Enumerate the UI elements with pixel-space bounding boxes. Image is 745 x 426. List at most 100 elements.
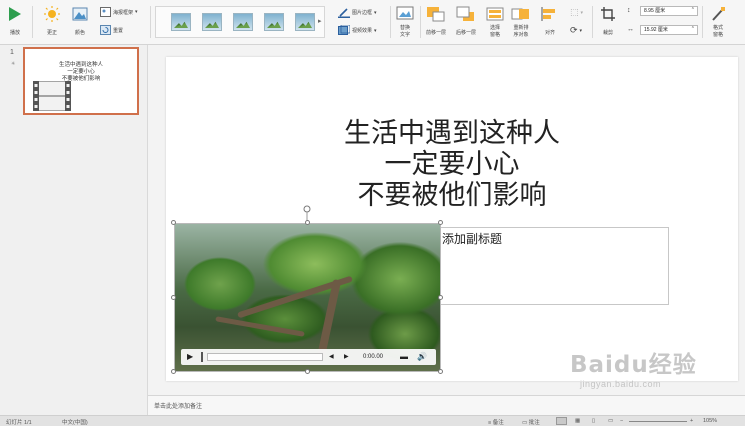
pen-icon (338, 8, 350, 18)
caption-icon[interactable]: ▬ (400, 351, 408, 363)
volume-slider-handle[interactable] (201, 352, 203, 362)
play-icon[interactable]: ▶ (187, 351, 193, 363)
resize-handle[interactable] (171, 220, 176, 225)
format-pane-button[interactable]: 格式窗格 (708, 6, 728, 38)
comment-icon: ▭ (522, 420, 529, 426)
language-indicator[interactable]: 中文(中国) (62, 418, 88, 426)
width-icon: ↔ (627, 26, 634, 33)
zoom-out-icon[interactable]: − (620, 418, 623, 424)
rotate-button[interactable]: ⟳ ▾ (570, 25, 582, 36)
selection-pane-button[interactable]: 选择窗格 (486, 6, 504, 38)
chevron-down-icon: ▾ (579, 27, 583, 34)
reading-view-icon[interactable]: ▯ (592, 418, 595, 424)
color-label: 颜色 (74, 30, 85, 36)
reorder-objects-button[interactable]: 重新排序对象 (510, 6, 532, 38)
format-brush-icon (712, 7, 725, 21)
notes-pane[interactable]: 单击此处添加备注 (148, 395, 745, 415)
height-field[interactable]: 8.95 厘米 ⌃ (640, 6, 698, 16)
normal-view-button[interactable] (556, 417, 567, 425)
reorder-icon (511, 8, 529, 20)
video-object[interactable]: ▶ ◀ ▶ 0:00.00 ▬ 🔊 (174, 223, 441, 372)
video-style-thumb-1[interactable] (171, 13, 191, 31)
resize-handle[interactable] (438, 220, 443, 225)
slide-title-line-2[interactable]: 一定要小心 (166, 149, 738, 180)
play-button[interactable]: 播放 (8, 6, 22, 36)
video-style-thumb-3[interactable] (233, 13, 253, 31)
video-progress-bar[interactable] (207, 353, 323, 361)
chevron-down-icon: ▾ (580, 9, 584, 16)
poster-frame-button[interactable]: 海报框架 ▾ (100, 7, 138, 17)
resize-handle[interactable] (171, 295, 176, 300)
stepper-icon[interactable]: ⌃ (691, 6, 695, 14)
slide-count: 幻灯片 1/1 (6, 420, 32, 426)
group-button[interactable]: ⬚ ▾ (570, 7, 583, 18)
seek-back-icon[interactable]: ◀ (329, 351, 334, 363)
send-backward-button[interactable]: 后移一层 (456, 6, 476, 36)
resize-handle[interactable] (305, 369, 310, 374)
video-style-thumb-2[interactable] (202, 13, 222, 31)
ribbon: 播放 更正 颜色 海报框架 ▾ 重置 ▸ 图片边框 ▾ 视频效果 ▾ 替换文字 … (0, 0, 745, 45)
video-effects-label: 视频效果 (352, 28, 373, 34)
play-label: 播放 (9, 30, 20, 36)
bring-forward-button[interactable]: 前移一层 (426, 6, 446, 36)
subtitle-placeholder-text: 添加副标题 (442, 232, 503, 246)
video-style-thumb-4[interactable] (264, 13, 284, 31)
chevron-down-icon: ▾ (135, 9, 138, 15)
height-icon: ↕ (627, 7, 631, 14)
reset-button[interactable]: 重置 (100, 25, 123, 35)
poster-frame-icon (100, 7, 111, 17)
video-effects-button[interactable]: 视频效果 ▾ (338, 25, 377, 36)
volume-icon[interactable]: 🔊 (417, 351, 427, 363)
zoom-in-icon[interactable]: + (690, 418, 693, 424)
corrections-label: 更正 (46, 30, 57, 36)
zoom-level[interactable]: 105% (703, 418, 717, 424)
video-style-thumb-5[interactable] (295, 13, 315, 31)
zoom-slider[interactable] (629, 421, 687, 422)
subtitle-placeholder[interactable]: 添加副标题 (437, 227, 669, 305)
resize-handle[interactable] (438, 369, 443, 374)
alt-text-label: 替换文字 (399, 25, 410, 38)
sun-icon (44, 6, 60, 22)
corrections-button[interactable]: 更正 (43, 6, 61, 36)
slide-title-line-1[interactable]: 生活中遇到这种人 (166, 118, 738, 149)
slide-sorter-icon[interactable]: ▦ (575, 418, 580, 424)
slideshow-icon[interactable]: ▭ (608, 418, 613, 424)
alt-text-button[interactable]: 替换文字 (395, 6, 415, 38)
align-icon (541, 7, 555, 21)
seek-forward-icon[interactable]: ▶ (344, 351, 349, 363)
status-bar: 幻灯片 1/1 中文(中国) ≡ 备注 ▭ 批注 ▦ ▯ ▭ − + 105% (0, 415, 745, 426)
picture-border-label: 图片边框 (352, 10, 373, 16)
resize-handle[interactable] (305, 220, 310, 225)
slide-thumbnail-1[interactable]: 生活中遇到这种人 一定要小心 不要被他们影响 (23, 47, 139, 115)
send-backward-icon (456, 6, 474, 21)
video-style-gallery[interactable]: ▸ (155, 6, 325, 38)
format-pane-label: 格式窗格 (712, 25, 723, 38)
reset-icon (100, 25, 111, 35)
selection-pane-icon (486, 7, 504, 21)
send-backward-label: 后移一层 (456, 30, 477, 36)
play-icon (9, 7, 21, 21)
picture-color-icon (72, 7, 88, 21)
comments-toggle[interactable]: ▭ 批注 (522, 418, 540, 426)
align-button[interactable]: 对齐 (540, 6, 560, 36)
height-control: ↕ (627, 7, 631, 14)
slide-title-line-3[interactable]: 不要被他们影响 (166, 180, 738, 211)
crop-button[interactable]: 裁剪 (600, 6, 616, 36)
resize-handle[interactable] (438, 295, 443, 300)
rotate-handle-icon[interactable] (303, 205, 311, 221)
bring-forward-icon (427, 7, 445, 22)
stepper-icon[interactable]: ⌃ (691, 25, 695, 33)
video-controls-bar: ▶ ◀ ▶ 0:00.00 ▬ 🔊 (181, 349, 436, 365)
notes-placeholder: 单击此处添加备注 (154, 404, 203, 410)
slide-canvas[interactable]: 生活中遇到这种人 一定要小心 不要被他们影响 添加副标题 ▶ ◀ ▶ 0:00.… (166, 57, 738, 381)
width-field[interactable]: 15.92 厘米 ⌃ (640, 25, 698, 35)
reorder-label: 重新排序对象 (513, 25, 529, 38)
resize-handle[interactable] (171, 369, 176, 374)
gallery-scroll-icon[interactable]: ▸ (318, 17, 322, 25)
color-button[interactable]: 颜色 (72, 6, 88, 36)
notes-toggle[interactable]: ≡ 备注 (488, 418, 504, 426)
video-effects-icon (338, 25, 350, 35)
chevron-down-icon: ▾ (374, 9, 377, 16)
star-icon: ✳ (11, 61, 16, 67)
picture-border-button[interactable]: 图片边框 ▾ (338, 7, 377, 18)
